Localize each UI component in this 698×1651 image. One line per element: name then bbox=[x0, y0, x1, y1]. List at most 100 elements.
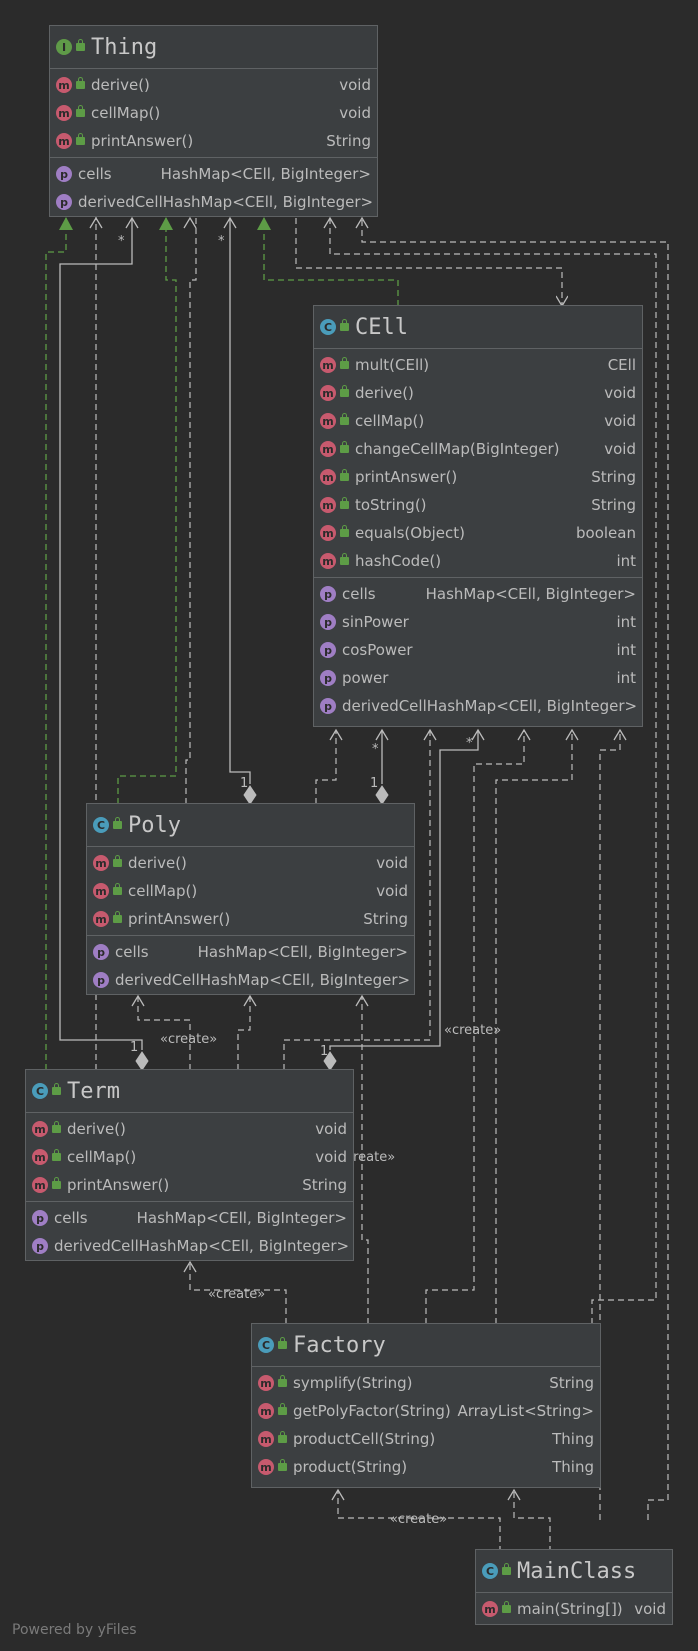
methods-section: m derive() void m cellMap() void m printAnswer(… bbox=[50, 69, 377, 158]
method-icon: m bbox=[258, 1403, 274, 1419]
public-lock-icon bbox=[502, 1563, 511, 1575]
method-icon: m bbox=[320, 413, 336, 429]
method-row[interactable]: m derive() void bbox=[314, 379, 642, 407]
return-type: void bbox=[376, 854, 408, 872]
field-row[interactable]: p cells HashMap<CEll, BigInteger> bbox=[87, 938, 414, 966]
method-row[interactable]: m product(String) Thing bbox=[252, 1453, 600, 1481]
return-type: void bbox=[376, 882, 408, 900]
return-type: void bbox=[315, 1120, 347, 1138]
return-type: String bbox=[591, 496, 636, 514]
public-lock-icon bbox=[76, 39, 85, 51]
class-header: C CEll bbox=[314, 306, 642, 349]
method-row[interactable]: m hashCode() int bbox=[314, 547, 642, 575]
return-type: String bbox=[363, 910, 408, 928]
public-lock-icon bbox=[340, 441, 349, 453]
mult-label: 1 bbox=[370, 776, 379, 791]
method-row[interactable]: m derive() void bbox=[50, 71, 377, 99]
class-term[interactable]: C Term m derive() void m cellMap() void m print… bbox=[25, 1069, 354, 1261]
field-type: int bbox=[616, 641, 636, 659]
method-name: toString() bbox=[355, 496, 427, 514]
field-row[interactable]: p power int bbox=[314, 664, 642, 692]
method-row[interactable]: m printAnswer() String bbox=[50, 127, 377, 155]
field-row[interactable]: p cosPower int bbox=[314, 636, 642, 664]
field-row[interactable]: p derivedCell HashMap<CEll, BigInteger> bbox=[50, 188, 377, 216]
field-type: int bbox=[616, 613, 636, 631]
fields-section: p cells HashMap<CEll, BigInteger> p derivedC… bbox=[26, 1202, 353, 1262]
method-row[interactable]: m cellMap() void bbox=[87, 877, 414, 905]
field-row[interactable]: p cells HashMap<CEll, BigInteger> bbox=[50, 160, 377, 188]
method-name: cellMap() bbox=[67, 1148, 137, 1166]
method-name: printAnswer() bbox=[355, 468, 458, 486]
field-row[interactable]: p derivedCell HashMap<CEll, BigInteger> bbox=[26, 1232, 353, 1260]
method-row[interactable]: m toString() String bbox=[314, 491, 642, 519]
field-name: derivedCell bbox=[78, 193, 163, 211]
field-type: HashMap<CEll, BigInteger> bbox=[138, 1237, 350, 1255]
method-row[interactable]: m productCell(String) Thing bbox=[252, 1425, 600, 1453]
method-row[interactable]: m changeCellMap(BigInteger) void bbox=[314, 435, 642, 463]
public-lock-icon bbox=[278, 1375, 287, 1387]
class-title: Term bbox=[67, 1078, 120, 1104]
field-row[interactable]: p cells HashMap<CEll, BigInteger> bbox=[314, 580, 642, 608]
field-row[interactable]: p derivedCell HashMap<CEll, BigInteger> bbox=[87, 966, 414, 994]
property-icon: p bbox=[32, 1210, 48, 1226]
mult-label: * bbox=[218, 234, 225, 249]
field-name: cells bbox=[54, 1209, 88, 1227]
fields-section: p cells HashMap<CEll, BigInteger> p derivedC… bbox=[50, 158, 377, 218]
method-row[interactable]: m printAnswer() String bbox=[314, 463, 642, 491]
class-mainclass[interactable]: C MainClass m main(String[]) void bbox=[475, 1549, 673, 1625]
class-icon: C bbox=[482, 1563, 498, 1579]
dep-poly-thing bbox=[185, 218, 197, 804]
method-row[interactable]: m cellMap() void bbox=[26, 1143, 353, 1171]
public-lock-icon bbox=[340, 413, 349, 425]
mult-label: * bbox=[466, 736, 473, 751]
method-row[interactable]: m cellMap() void bbox=[314, 407, 642, 435]
method-icon: m bbox=[320, 357, 336, 373]
field-row[interactable]: p cells HashMap<CEll, BigInteger> bbox=[26, 1204, 353, 1232]
field-type: HashMap<CEll, BigInteger> bbox=[162, 193, 374, 211]
method-row[interactable]: m derive() void bbox=[87, 849, 414, 877]
method-row[interactable]: m derive() void bbox=[26, 1115, 353, 1143]
dep-cell-thing bbox=[295, 218, 562, 306]
public-lock-icon bbox=[340, 469, 349, 481]
class-header: I Thing bbox=[50, 26, 377, 69]
field-row[interactable]: p sinPower int bbox=[314, 608, 642, 636]
dep-factory-cell-b bbox=[495, 730, 573, 1324]
field-name: power bbox=[342, 669, 389, 687]
class-header: C Poly bbox=[87, 804, 414, 847]
method-name: cellMap() bbox=[128, 882, 198, 900]
method-name: printAnswer() bbox=[128, 910, 231, 928]
create-label: «create» bbox=[390, 1512, 448, 1527]
public-lock-icon bbox=[76, 77, 85, 89]
method-icon: m bbox=[320, 525, 336, 541]
class-icon: C bbox=[93, 817, 109, 833]
method-row[interactable]: m symplify(String) String bbox=[252, 1369, 600, 1397]
method-icon: m bbox=[320, 553, 336, 569]
class-poly[interactable]: C Poly m derive() void m cellMap() void m print… bbox=[86, 803, 415, 995]
return-type: int bbox=[616, 552, 636, 570]
method-row[interactable]: m main(String[]) void bbox=[476, 1595, 672, 1623]
method-name: mult(CEll) bbox=[355, 356, 430, 374]
method-row[interactable]: m getPolyFactor(String) ArrayList<String> bbox=[252, 1397, 600, 1425]
method-name: getPolyFactor(String) bbox=[293, 1402, 451, 1420]
method-row[interactable]: m printAnswer() String bbox=[87, 905, 414, 933]
class-thing[interactable]: I Thing m derive() void m cellMap() void m prin… bbox=[49, 25, 378, 217]
method-row[interactable]: m mult(CEll) CEll bbox=[314, 351, 642, 379]
return-type: String bbox=[549, 1374, 594, 1392]
class-factory[interactable]: C Factory m symplify(String) String m getPol… bbox=[251, 1323, 601, 1488]
create-label: «create» bbox=[160, 1032, 218, 1047]
mult-label: 1 bbox=[130, 1040, 139, 1055]
method-name: printAnswer() bbox=[67, 1176, 170, 1194]
public-lock-icon bbox=[52, 1121, 61, 1133]
method-icon: m bbox=[93, 855, 109, 871]
method-row[interactable]: m printAnswer() String bbox=[26, 1171, 353, 1199]
class-header: C MainClass bbox=[476, 1550, 672, 1593]
return-type: Thing bbox=[552, 1430, 594, 1448]
class-cell[interactable]: C CEll m mult(CEll) CEll m derive() void m cell… bbox=[313, 305, 643, 727]
create-label: «create» bbox=[208, 1287, 266, 1302]
method-icon: m bbox=[258, 1431, 274, 1447]
public-lock-icon bbox=[113, 817, 122, 829]
class-title: Thing bbox=[91, 34, 158, 60]
method-row[interactable]: m equals(Object) boolean bbox=[314, 519, 642, 547]
field-row[interactable]: p derivedCell HashMap<CEll, BigInteger> bbox=[314, 692, 642, 720]
method-row[interactable]: m cellMap() void bbox=[50, 99, 377, 127]
